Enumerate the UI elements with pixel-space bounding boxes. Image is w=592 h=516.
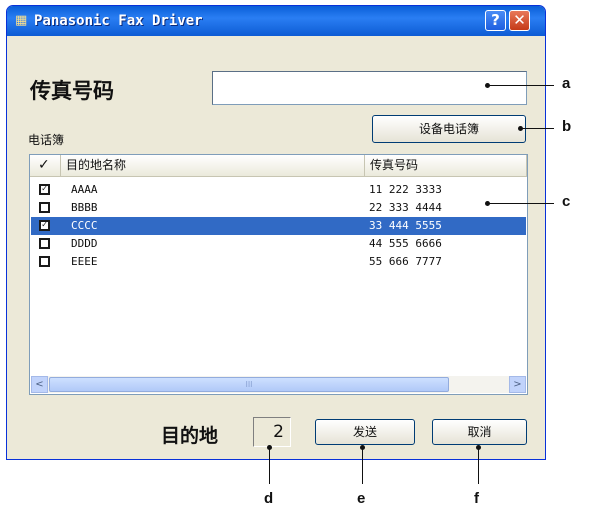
callout-b-label: b <box>562 118 572 135</box>
phonebook-label: 电话簿 <box>28 133 65 147</box>
fax-app-icon: ▦ <box>15 13 28 28</box>
scroll-right-button[interactable]: > <box>509 376 526 393</box>
destination-fax: 55 666 7777 <box>369 255 442 268</box>
phonebook-list[interactable]: ✓ 目的地名称 传真号码 ✓ AAAA 11 222 3333 BBBB 22 … <box>29 154 528 395</box>
callout-a-line <box>488 85 554 86</box>
destination-fax: 44 555 6666 <box>369 237 442 250</box>
column-header-check[interactable]: ✓ <box>30 155 61 176</box>
list-row[interactable]: DDDD 44 555 6666 <box>31 235 526 253</box>
destination-name: CCCC <box>71 219 98 232</box>
cancel-button[interactable]: 取消 <box>432 419 527 445</box>
destination-name: DDDD <box>71 237 98 250</box>
callout-f-line <box>478 448 479 484</box>
list-row-selected[interactable]: ✓ CCCC 33 444 5555 <box>31 217 526 235</box>
close-button[interactable]: ✕ <box>509 10 530 31</box>
callout-e-line <box>362 448 363 484</box>
help-button[interactable]: ? <box>485 10 506 31</box>
callout-f-label: f <box>474 490 479 507</box>
callout-d-line <box>269 448 270 484</box>
scroll-left-button[interactable]: < <box>31 376 48 393</box>
row-checkbox[interactable]: ✓ <box>39 184 50 195</box>
destination-name: AAAA <box>71 183 98 196</box>
destination-count: 2 <box>253 417 291 447</box>
callout-a-label: a <box>562 75 571 92</box>
callout-c-label: c <box>562 193 571 210</box>
column-header-name[interactable]: 目的地名称 <box>61 155 365 176</box>
fax-driver-window: ▦ Panasonic Fax Driver ? ✕ 传真号码 电话簿 设备电话… <box>6 5 546 460</box>
row-checkbox[interactable] <box>39 238 50 249</box>
fax-number-label: 传真号码 <box>30 79 114 103</box>
destination-fax: 22 333 4444 <box>369 201 442 214</box>
destination-name: BBBB <box>71 201 98 214</box>
send-button[interactable]: 发送 <box>315 419 415 445</box>
callout-d-label: d <box>264 490 274 507</box>
fax-number-input[interactable] <box>212 71 527 105</box>
destination-fax: 11 222 3333 <box>369 183 442 196</box>
callout-b-line <box>521 128 554 129</box>
row-checkbox[interactable] <box>39 202 50 213</box>
destination-fax: 33 444 5555 <box>369 219 442 232</box>
window-title: Panasonic Fax Driver <box>34 13 203 29</box>
row-checkbox[interactable]: ✓ <box>39 220 50 231</box>
list-row[interactable]: EEEE 55 666 7777 <box>31 253 526 271</box>
destination-name: EEEE <box>71 255 98 268</box>
row-checkbox[interactable] <box>39 256 50 267</box>
scroll-thumb[interactable]: III <box>49 377 449 392</box>
list-row[interactable]: ✓ AAAA 11 222 3333 <box>31 181 526 199</box>
callout-c-line <box>488 203 554 204</box>
list-row[interactable]: BBBB 22 333 4444 <box>31 199 526 217</box>
horizontal-scrollbar[interactable]: < III > <box>31 376 526 393</box>
callout-e-label: e <box>357 490 366 507</box>
device-phonebook-button[interactable]: 设备电话簿 <box>372 115 526 143</box>
title-bar[interactable]: ▦ Panasonic Fax Driver ? ✕ <box>7 6 545 36</box>
list-header: ✓ 目的地名称 传真号码 <box>30 155 527 177</box>
column-header-fax[interactable]: 传真号码 <box>365 155 527 176</box>
destination-label: 目的地 <box>161 425 219 447</box>
